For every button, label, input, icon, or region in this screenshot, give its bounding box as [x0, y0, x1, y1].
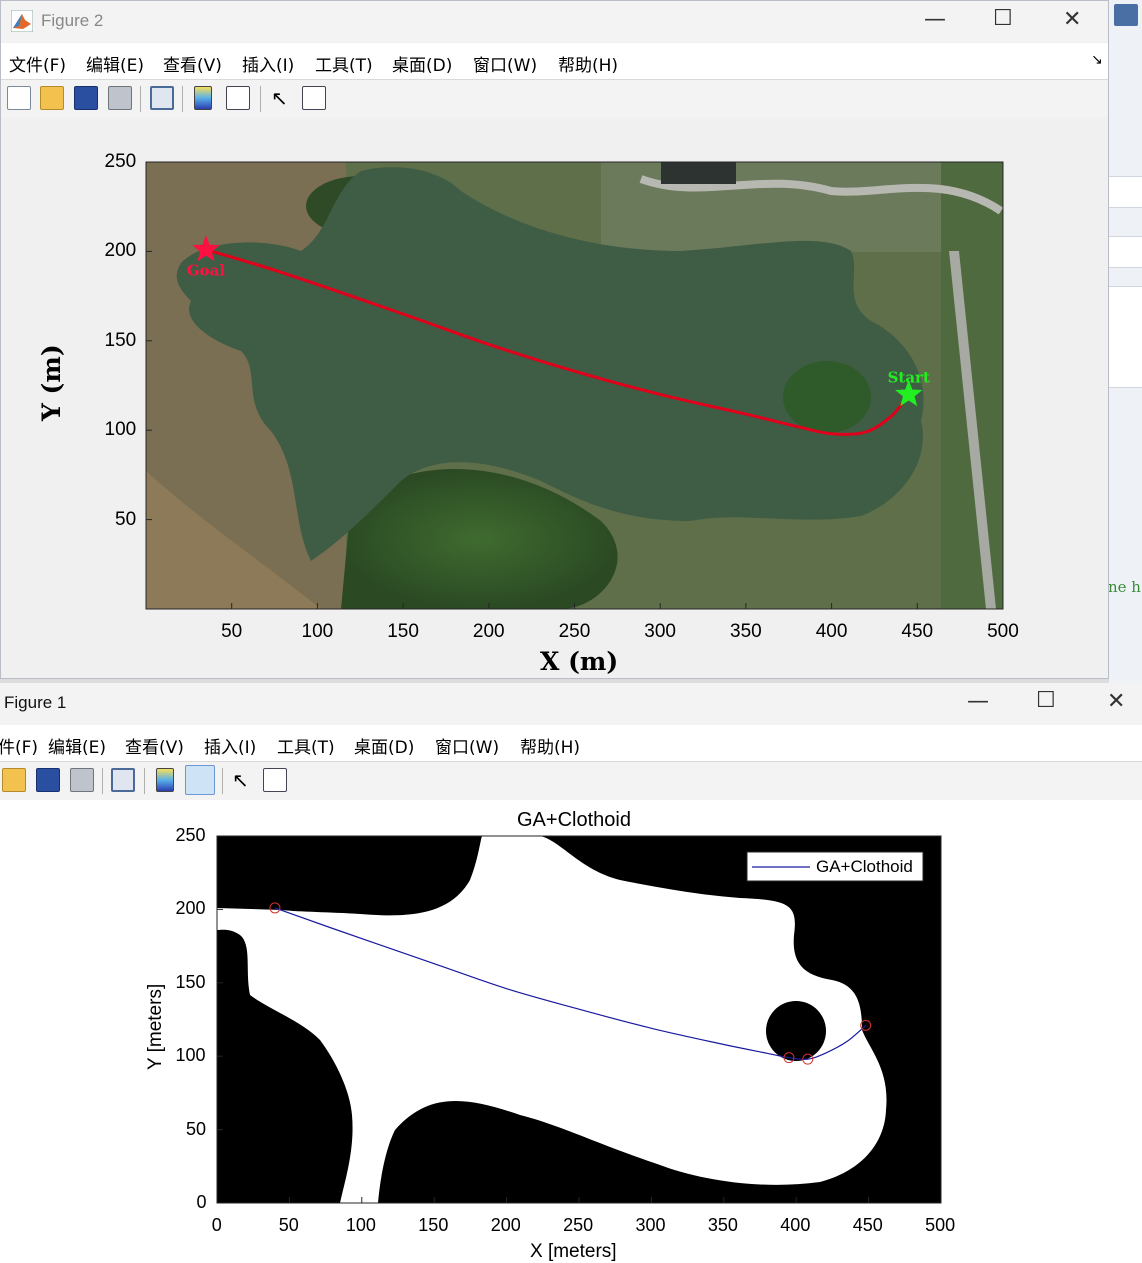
y-tick-label: 0 — [196, 1192, 207, 1212]
x-tick-label: 0 — [211, 1215, 222, 1235]
figure1-axes[interactable] — [0, 0, 1142, 1259]
y-tick-label: 200 — [175, 898, 206, 919]
legend-label: GA+Clothoid — [816, 857, 913, 876]
x-tick-label: 350 — [707, 1215, 738, 1235]
x-tick-label: 100 — [345, 1215, 376, 1235]
occupancy-map — [217, 836, 941, 1203]
x-tick-label: 200 — [490, 1215, 521, 1235]
x-tick-label: 400 — [780, 1215, 811, 1235]
x-tick-label: 450 — [852, 1215, 883, 1235]
x-tick-label: 300 — [635, 1215, 666, 1235]
x-tick-label: 150 — [418, 1215, 449, 1235]
x-tick-label: 250 — [563, 1215, 594, 1235]
y-tick-label: 150 — [175, 971, 206, 992]
y-tick-label: 50 — [186, 1118, 207, 1139]
y-tick-label: 100 — [175, 1045, 206, 1066]
chart-title: GA+Clothoid — [517, 809, 631, 831]
x-tick-label: 500 — [925, 1215, 956, 1235]
y-axis-label: Y [meters] — [145, 983, 166, 1070]
x-axis-label: X [meters] — [530, 1241, 617, 1262]
y-tick-label: 250 — [175, 825, 206, 845]
x-tick-label: 50 — [278, 1215, 299, 1235]
